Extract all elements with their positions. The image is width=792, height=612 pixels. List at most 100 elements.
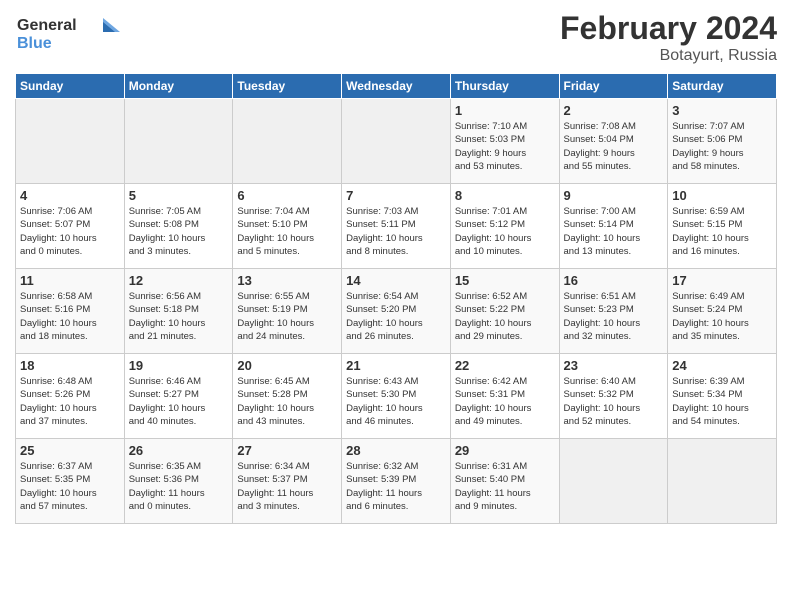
title-block: February 2024 Botayurt, Russia [560,10,777,65]
column-header-sunday: Sunday [16,74,125,99]
calendar-cell: 21 Sunrise: 6:43 AM Sunset: 5:30 PM Dayli… [342,354,451,439]
day-number: 16 [564,273,664,288]
day-number: 21 [346,358,446,373]
day-number: 27 [237,443,337,458]
day-info: Sunrise: 6:35 AM Sunset: 5:36 PM Dayligh… [129,460,229,513]
calendar-title: February 2024 [560,10,777,47]
day-number: 28 [346,443,446,458]
column-header-tuesday: Tuesday [233,74,342,99]
header: General Blue February 2024 Botayurt, Rus… [15,10,777,65]
day-info: Sunrise: 6:48 AM Sunset: 5:26 PM Dayligh… [20,375,120,428]
calendar-cell: 26 Sunrise: 6:35 AM Sunset: 5:36 PM Dayli… [124,439,233,524]
calendar-cell: 13 Sunrise: 6:55 AM Sunset: 5:19 PM Dayli… [233,269,342,354]
day-number: 2 [564,103,664,118]
day-number: 7 [346,188,446,203]
day-number: 3 [672,103,772,118]
logo-svg: General Blue [15,10,125,55]
day-info: Sunrise: 6:59 AM Sunset: 5:15 PM Dayligh… [672,205,772,258]
calendar-cell: 19 Sunrise: 6:46 AM Sunset: 5:27 PM Dayli… [124,354,233,439]
logo: General Blue [15,10,125,60]
calendar-subtitle: Botayurt, Russia [560,47,777,65]
day-info: Sunrise: 6:54 AM Sunset: 5:20 PM Dayligh… [346,290,446,343]
day-number: 6 [237,188,337,203]
day-number: 9 [564,188,664,203]
column-header-thursday: Thursday [450,74,559,99]
day-number: 8 [455,188,555,203]
calendar-cell: 17Sunrise: 6:49 AM Sunset: 5:24 PM Dayli… [668,269,777,354]
svg-text:General: General [17,17,77,34]
calendar-cell: 18 Sunrise: 6:48 AM Sunset: 5:26 PM Dayli… [16,354,125,439]
day-info: Sunrise: 7:06 AM Sunset: 5:07 PM Dayligh… [20,205,120,258]
day-info: Sunrise: 6:42 AM Sunset: 5:31 PM Dayligh… [455,375,555,428]
day-info: Sunrise: 6:56 AM Sunset: 5:18 PM Dayligh… [129,290,229,343]
calendar-cell: 29 Sunrise: 6:31 AM Sunset: 5:40 PM Dayli… [450,439,559,524]
calendar-cell: 14Sunrise: 6:54 AM Sunset: 5:20 PM Dayli… [342,269,451,354]
day-number: 25 [20,443,120,458]
column-header-monday: Monday [124,74,233,99]
calendar-cell [124,99,233,184]
day-number: 11 [20,273,120,288]
column-header-friday: Friday [559,74,668,99]
day-number: 29 [455,443,555,458]
day-info: Sunrise: 6:39 AM Sunset: 5:34 PM Dayligh… [672,375,772,428]
calendar-cell: 9 Sunrise: 7:00 AM Sunset: 5:14 PM Daylig… [559,184,668,269]
day-info: Sunrise: 6:31 AM Sunset: 5:40 PM Dayligh… [455,460,555,513]
day-number: 18 [20,358,120,373]
day-number: 1 [455,103,555,118]
column-header-wednesday: Wednesday [342,74,451,99]
week-row-2: 4 Sunrise: 7:06 AM Sunset: 5:07 PM Daylig… [16,184,777,269]
day-info: Sunrise: 7:01 AM Sunset: 5:12 PM Dayligh… [455,205,555,258]
day-number: 22 [455,358,555,373]
header-row: SundayMondayTuesdayWednesdayThursdayFrid… [16,74,777,99]
day-info: Sunrise: 7:04 AM Sunset: 5:10 PM Dayligh… [237,205,337,258]
calendar-cell: 10 Sunrise: 6:59 AM Sunset: 5:15 PM Dayli… [668,184,777,269]
calendar-cell: 6 Sunrise: 7:04 AM Sunset: 5:10 PM Daylig… [233,184,342,269]
day-info: Sunrise: 6:51 AM Sunset: 5:23 PM Dayligh… [564,290,664,343]
calendar-container: General Blue February 2024 Botayurt, Rus… [0,0,792,534]
calendar-cell: 1Sunrise: 7:10 AM Sunset: 5:03 PM Daylig… [450,99,559,184]
calendar-cell: 16 Sunrise: 6:51 AM Sunset: 5:23 PM Dayli… [559,269,668,354]
week-row-4: 18 Sunrise: 6:48 AM Sunset: 5:26 PM Dayli… [16,354,777,439]
day-info: Sunrise: 6:43 AM Sunset: 5:30 PM Dayligh… [346,375,446,428]
day-number: 19 [129,358,229,373]
calendar-cell: 23Sunrise: 6:40 AM Sunset: 5:32 PM Dayli… [559,354,668,439]
calendar-cell: 15 Sunrise: 6:52 AM Sunset: 5:22 PM Dayli… [450,269,559,354]
calendar-cell [233,99,342,184]
calendar-cell: 11 Sunrise: 6:58 AM Sunset: 5:16 PM Dayli… [16,269,125,354]
day-info: Sunrise: 7:03 AM Sunset: 5:11 PM Dayligh… [346,205,446,258]
day-number: 23 [564,358,664,373]
day-number: 13 [237,273,337,288]
day-number: 26 [129,443,229,458]
calendar-cell: 5 Sunrise: 7:05 AM Sunset: 5:08 PM Daylig… [124,184,233,269]
week-row-3: 11 Sunrise: 6:58 AM Sunset: 5:16 PM Dayli… [16,269,777,354]
day-number: 5 [129,188,229,203]
day-info: Sunrise: 6:34 AM Sunset: 5:37 PM Dayligh… [237,460,337,513]
day-info: Sunrise: 6:55 AM Sunset: 5:19 PM Dayligh… [237,290,337,343]
week-row-1: 1Sunrise: 7:10 AM Sunset: 5:03 PM Daylig… [16,99,777,184]
day-number: 24 [672,358,772,373]
day-info: Sunrise: 6:58 AM Sunset: 5:16 PM Dayligh… [20,290,120,343]
day-info: Sunrise: 6:46 AM Sunset: 5:27 PM Dayligh… [129,375,229,428]
calendar-cell: 27 Sunrise: 6:34 AM Sunset: 5:37 PM Dayli… [233,439,342,524]
calendar-cell: 20 Sunrise: 6:45 AM Sunset: 5:28 PM Dayli… [233,354,342,439]
calendar-cell: 2 Sunrise: 7:08 AM Sunset: 5:04 PM Daylig… [559,99,668,184]
day-info: Sunrise: 7:00 AM Sunset: 5:14 PM Dayligh… [564,205,664,258]
day-info: Sunrise: 7:08 AM Sunset: 5:04 PM Dayligh… [564,120,664,173]
day-info: Sunrise: 7:05 AM Sunset: 5:08 PM Dayligh… [129,205,229,258]
day-info: Sunrise: 7:07 AM Sunset: 5:06 PM Dayligh… [672,120,772,173]
calendar-cell [16,99,125,184]
calendar-cell [342,99,451,184]
calendar-cell: 28Sunrise: 6:32 AM Sunset: 5:39 PM Dayli… [342,439,451,524]
calendar-cell: 12 Sunrise: 6:56 AM Sunset: 5:18 PM Dayli… [124,269,233,354]
calendar-cell: 3 Sunrise: 7:07 AM Sunset: 5:06 PM Daylig… [668,99,777,184]
day-number: 15 [455,273,555,288]
day-info: Sunrise: 6:52 AM Sunset: 5:22 PM Dayligh… [455,290,555,343]
calendar-cell [559,439,668,524]
day-number: 20 [237,358,337,373]
day-number: 4 [20,188,120,203]
day-number: 12 [129,273,229,288]
svg-text:Blue: Blue [17,35,52,52]
day-number: 10 [672,188,772,203]
day-info: Sunrise: 6:45 AM Sunset: 5:28 PM Dayligh… [237,375,337,428]
week-row-5: 25Sunrise: 6:37 AM Sunset: 5:35 PM Dayli… [16,439,777,524]
